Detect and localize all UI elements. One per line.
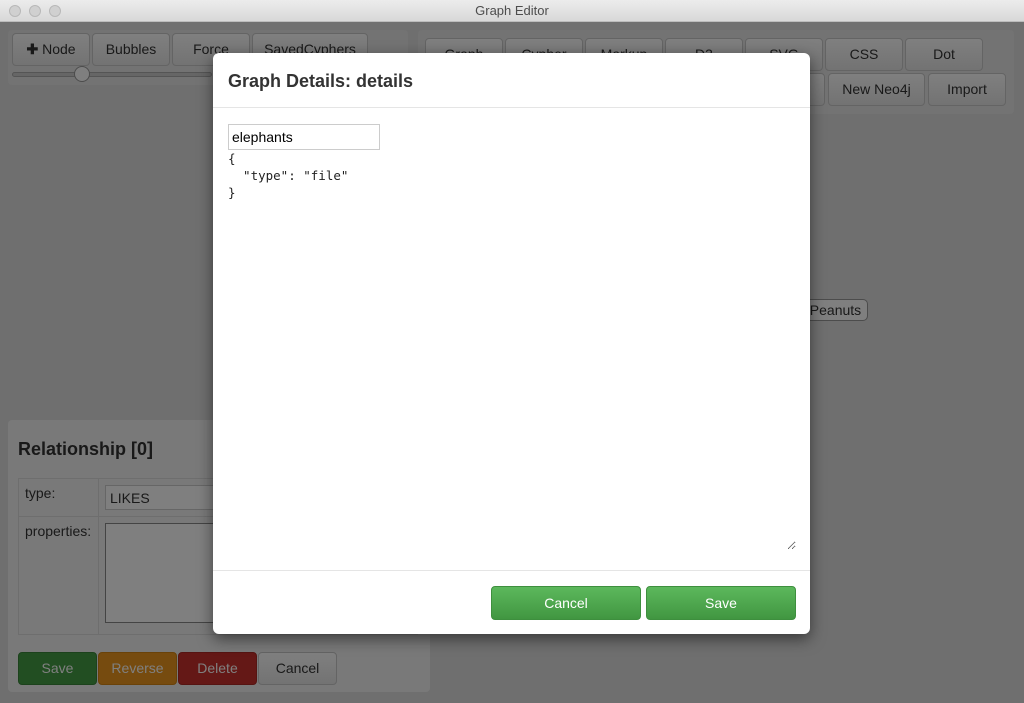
modal-title: Graph Details: details <box>213 53 810 108</box>
zoom-window-button[interactable] <box>49 5 61 17</box>
modal-save-button[interactable]: Save <box>646 586 796 620</box>
modal-footer: Cancel Save <box>213 570 810 634</box>
graph-name-input[interactable] <box>228 124 380 150</box>
close-window-button[interactable] <box>9 5 21 17</box>
modal-cancel-button[interactable]: Cancel <box>491 586 641 620</box>
window-titlebar: Graph Editor <box>0 0 1024 22</box>
minimize-window-button[interactable] <box>29 5 41 17</box>
window-title: Graph Editor <box>475 3 549 18</box>
graph-details-modal: Graph Details: details { "type": "file" … <box>213 53 810 634</box>
graph-details-json-textarea[interactable]: { "type": "file" } <box>228 150 796 550</box>
